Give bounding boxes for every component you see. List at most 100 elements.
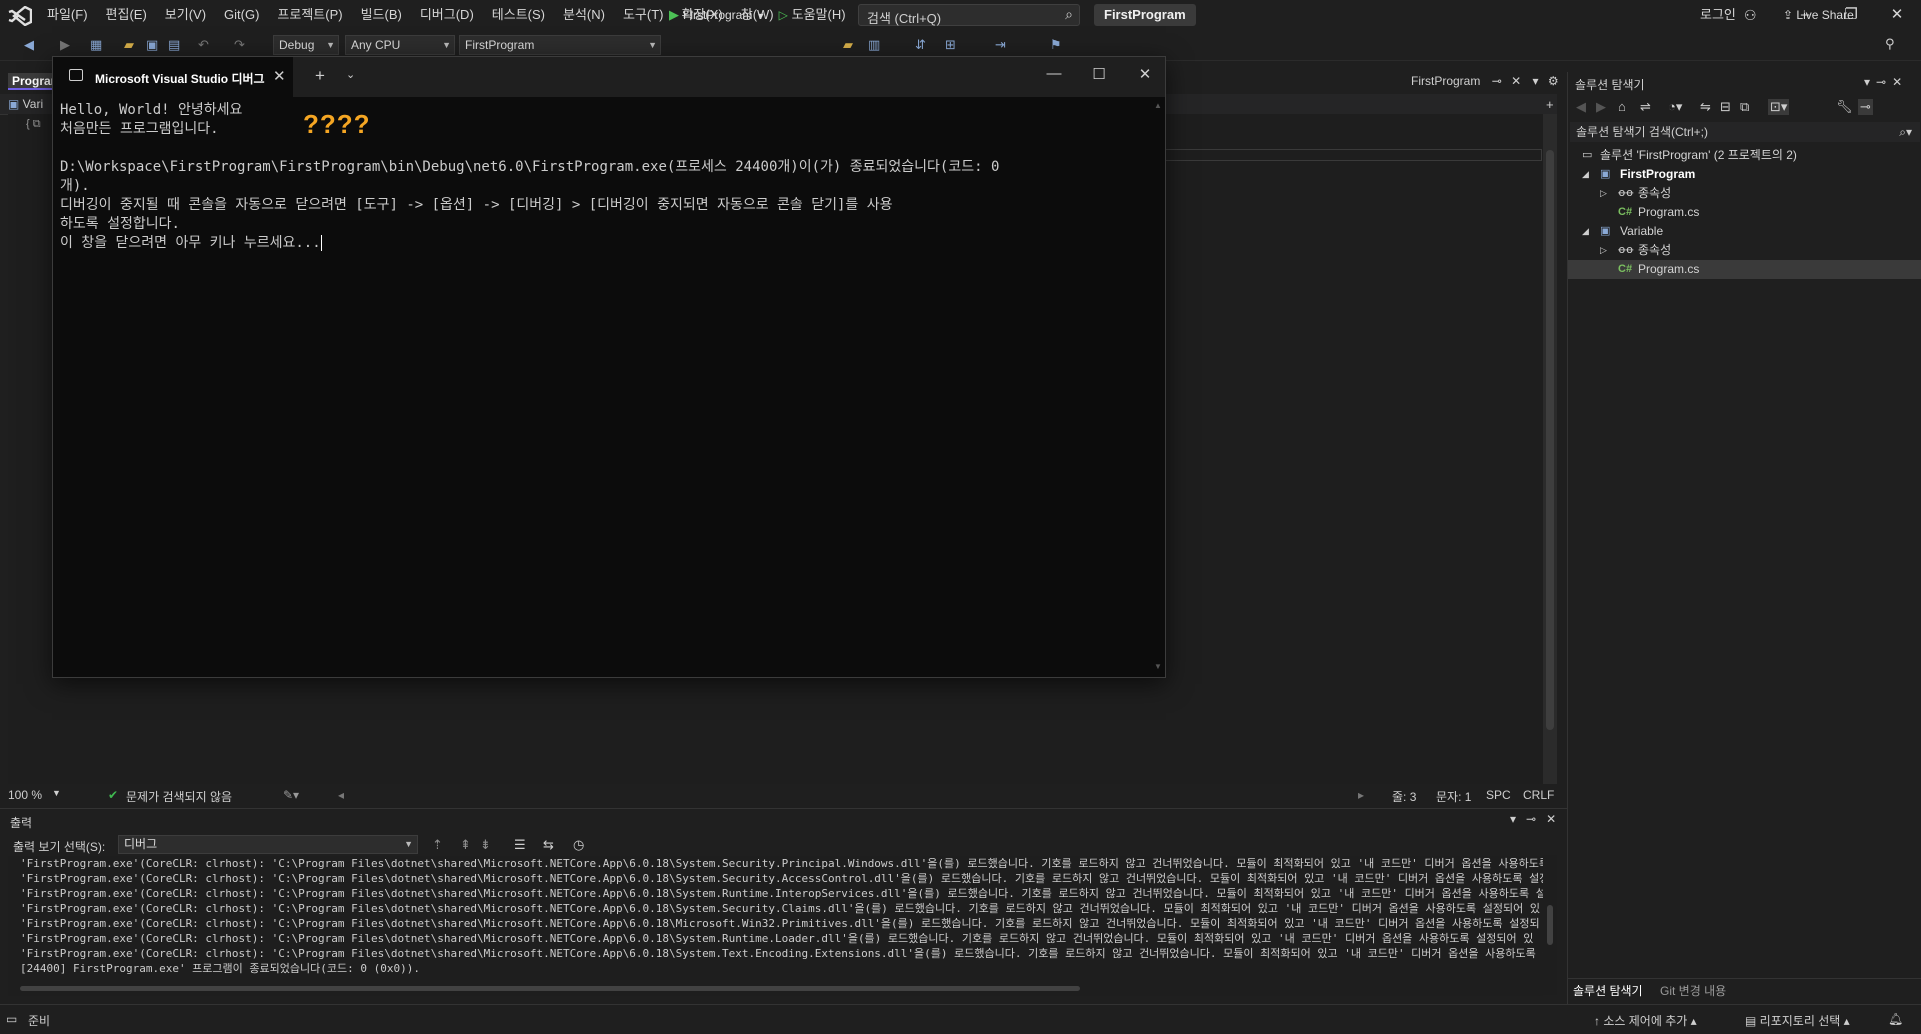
menu-git[interactable]: Git(G) — [215, 0, 268, 30]
close-icon[interactable]: ✕ — [1892, 75, 1908, 89]
add-to-source-control[interactable]: ↑ 소스 제어에 추가 ▴ — [1594, 1012, 1697, 1029]
notification-icon[interactable]: ▭ — [6, 1012, 17, 1026]
menu-test[interactable]: 테스트(S) — [483, 0, 554, 30]
find-message-icon[interactable]: ⇡ — [432, 837, 443, 853]
scroll-right-icon[interactable]: ▸ — [1358, 788, 1364, 802]
select-repository[interactable]: ▤ 리포지토리 선택 ▴ — [1745, 1012, 1850, 1029]
line-ending[interactable]: CRLF — [1523, 788, 1554, 802]
redo-icon[interactable]: ↷ — [234, 37, 245, 53]
new-tab-icon[interactable]: + — [315, 66, 325, 86]
solution-configuration-select[interactable]: Debug ▼ — [273, 35, 339, 55]
pin-icon[interactable]: ⊸ — [1876, 75, 1892, 89]
open-folder-icon[interactable]: ▰ — [124, 37, 134, 53]
solution-platform-select[interactable]: Any CPU ▼ — [345, 35, 455, 55]
console-maximize-icon[interactable]: ☐ — [1084, 65, 1114, 83]
tree-project-firstprogram[interactable]: ◢ ▣ FirstProgram — [1568, 165, 1921, 184]
account-icon[interactable]: ⚇ — [1744, 0, 1757, 30]
whitespace-mode[interactable]: SPC — [1486, 788, 1511, 802]
issues-status[interactable]: 문제가 검색되지 않음 — [126, 788, 232, 805]
collapse-all-icon[interactable]: ⊟ — [1720, 99, 1731, 115]
chevron-down-icon[interactable]: ⌄ — [346, 68, 355, 81]
tab-close-icon[interactable]: ✕ — [1511, 74, 1521, 88]
menu-edit[interactable]: 편집(E) — [97, 0, 156, 30]
home-icon[interactable]: ⌂ — [1618, 99, 1626, 114]
step-icon[interactable]: ⇵ — [915, 37, 926, 53]
breakpoint-icon[interactable]: ⊞ — [945, 37, 956, 53]
menu-project[interactable]: 프로젝트(P) — [268, 0, 351, 30]
chevron-down-icon[interactable]: ▼ — [52, 788, 61, 798]
timestamp-icon[interactable]: ◷ — [573, 837, 584, 853]
preview-icon[interactable]: ⊸ — [1858, 99, 1873, 115]
search-box[interactable]: 검색 (Ctrl+Q) ⌕ — [858, 4, 1080, 26]
close-icon[interactable]: ✕ — [1874, 0, 1920, 30]
chevron-down-icon[interactable]: ▾ — [1864, 75, 1876, 89]
word-wrap-icon[interactable]: ⇆ — [543, 837, 554, 853]
start-debugging-button[interactable]: ▶ FirstProgram ▼ ▷ — [669, 6, 788, 24]
next-message-icon[interactable]: ⇟ — [480, 837, 491, 853]
clear-all-icon[interactable]: ☰ — [514, 837, 526, 853]
open-file-icon[interactable]: ▰ — [843, 37, 853, 53]
show-all-files-icon[interactable]: ⧉ — [1740, 99, 1749, 115]
scroll-left-icon[interactable]: ◂ — [338, 788, 344, 802]
solution-explorer-search[interactable]: 솔루션 탐색기 검색(Ctrl+;) ⌕▾ — [1570, 122, 1920, 142]
tab-solution-explorer[interactable]: 솔루션 탐색기 — [1573, 982, 1643, 999]
save-icon[interactable]: ▣ — [146, 37, 158, 53]
menu-build[interactable]: 빌드(B) — [352, 0, 411, 30]
close-icon[interactable]: ✕ — [1546, 812, 1556, 826]
tree-dependencies[interactable]: ▷ ꝋꝋ 종속성 — [1568, 241, 1921, 260]
save-all-icon[interactable]: ▤ — [168, 37, 180, 53]
bell-icon[interactable]: 🔔︎ — [1888, 1012, 1903, 1026]
expanded-icon[interactable]: ◢ — [1582, 165, 1589, 184]
tree-solution[interactable]: ▭ 솔루션 'FirstProgram' (2 프로젝트의 2) — [1568, 146, 1921, 165]
console-scrollbar[interactable]: ▲ ▼ — [1153, 101, 1163, 671]
cleanup-icon[interactable]: ✎▾ — [283, 788, 299, 802]
pin-icon[interactable]: ⊸ — [1492, 74, 1502, 88]
visual-studio-logo-icon[interactable] — [8, 5, 36, 27]
scroll-up-icon[interactable]: ▲ — [1154, 101, 1162, 110]
menu-tools[interactable]: 도구(T) — [614, 0, 673, 30]
settings-icon[interactable]: ⚙ — [1548, 74, 1559, 88]
new-item-icon[interactable]: ▦ — [90, 37, 102, 53]
tree-file-program-cs-selected[interactable]: C# Program.cs — [1568, 260, 1921, 279]
close-tab-icon[interactable]: ✕ — [273, 67, 286, 85]
tree-file-program-cs[interactable]: C# Program.cs — [1568, 203, 1921, 222]
collapsed-icon[interactable]: ▷ — [1600, 184, 1607, 203]
zoom-level[interactable]: 100 % — [8, 788, 42, 802]
tab-list-icon[interactable]: ▾ — [1533, 74, 1539, 88]
forward-icon[interactable]: ▶ — [1596, 99, 1606, 115]
editor-scroll-thumb[interactable] — [1546, 150, 1554, 730]
collapsed-icon[interactable]: ▷ — [1600, 241, 1607, 260]
navigate-forward-icon[interactable]: ▶ — [60, 37, 70, 53]
menu-file[interactable]: 파일(F) — [38, 0, 97, 30]
output-vscroll-thumb[interactable] — [1547, 905, 1553, 945]
menu-help[interactable]: 도움말(H) — [783, 0, 855, 30]
startup-project-select[interactable]: FirstProgram ▼ — [459, 35, 661, 55]
navigate-back-icon[interactable]: ◀ — [24, 37, 34, 53]
tab-program-cs[interactable]: Program.cs — [8, 73, 54, 90]
live-share-button[interactable]: ⇪ Live Share — [1783, 6, 1854, 24]
expanded-icon[interactable]: ◢ — [1582, 222, 1589, 241]
split-editor-icon[interactable]: + — [1546, 97, 1554, 112]
bookmark-icon[interactable]: ⚑ — [1050, 37, 1062, 53]
menu-view[interactable]: 보기(V) — [156, 0, 215, 30]
feedback-icon[interactable]: ⚲ — [1885, 36, 1895, 52]
console-tab[interactable]: Microsoft Visual Studio 디버그 ✕ — [53, 57, 293, 97]
sync-icon[interactable]: ⇋ — [1700, 99, 1711, 115]
tree-dependencies[interactable]: ▷ ꝋꝋ 종속성 — [1568, 184, 1921, 203]
tab-firstprogram[interactable]: FirstProgram ⊸ ✕ ▾ ⚙ — [1411, 73, 1559, 90]
undo-icon[interactable]: ↶ — [198, 37, 209, 53]
console-close-icon[interactable]: ✕ — [1130, 65, 1160, 83]
start-without-debugging-icon[interactable]: ▷ — [779, 8, 788, 22]
chevron-down-icon[interactable]: ▾ — [1510, 812, 1516, 826]
scroll-down-icon[interactable]: ▼ — [1154, 662, 1162, 671]
console-output[interactable]: Hello, World! 안녕하세요 처음만든 프로그램입니다. D:\Work… — [60, 101, 1150, 671]
tree-project-variable[interactable]: ◢ ▣ Variable — [1568, 222, 1921, 241]
show-files-toggle-icon[interactable]: ⊡▾ — [1768, 99, 1790, 115]
project-nav-dropdown[interactable]: ▣ Vari — [8, 97, 43, 111]
login-link[interactable]: 로그인 — [1700, 0, 1736, 30]
output-text[interactable]: 'FirstProgram.exe'(CoreCLR: clrhost): 'C… — [8, 856, 1543, 996]
console-minimize-icon[interactable]: — — [1039, 65, 1069, 82]
indent-icon[interactable]: ⇥ — [995, 37, 1006, 53]
properties-icon[interactable]: 🔧︎ — [1836, 99, 1853, 115]
tab-git-changes[interactable]: Git 변경 내용 — [1660, 982, 1726, 999]
